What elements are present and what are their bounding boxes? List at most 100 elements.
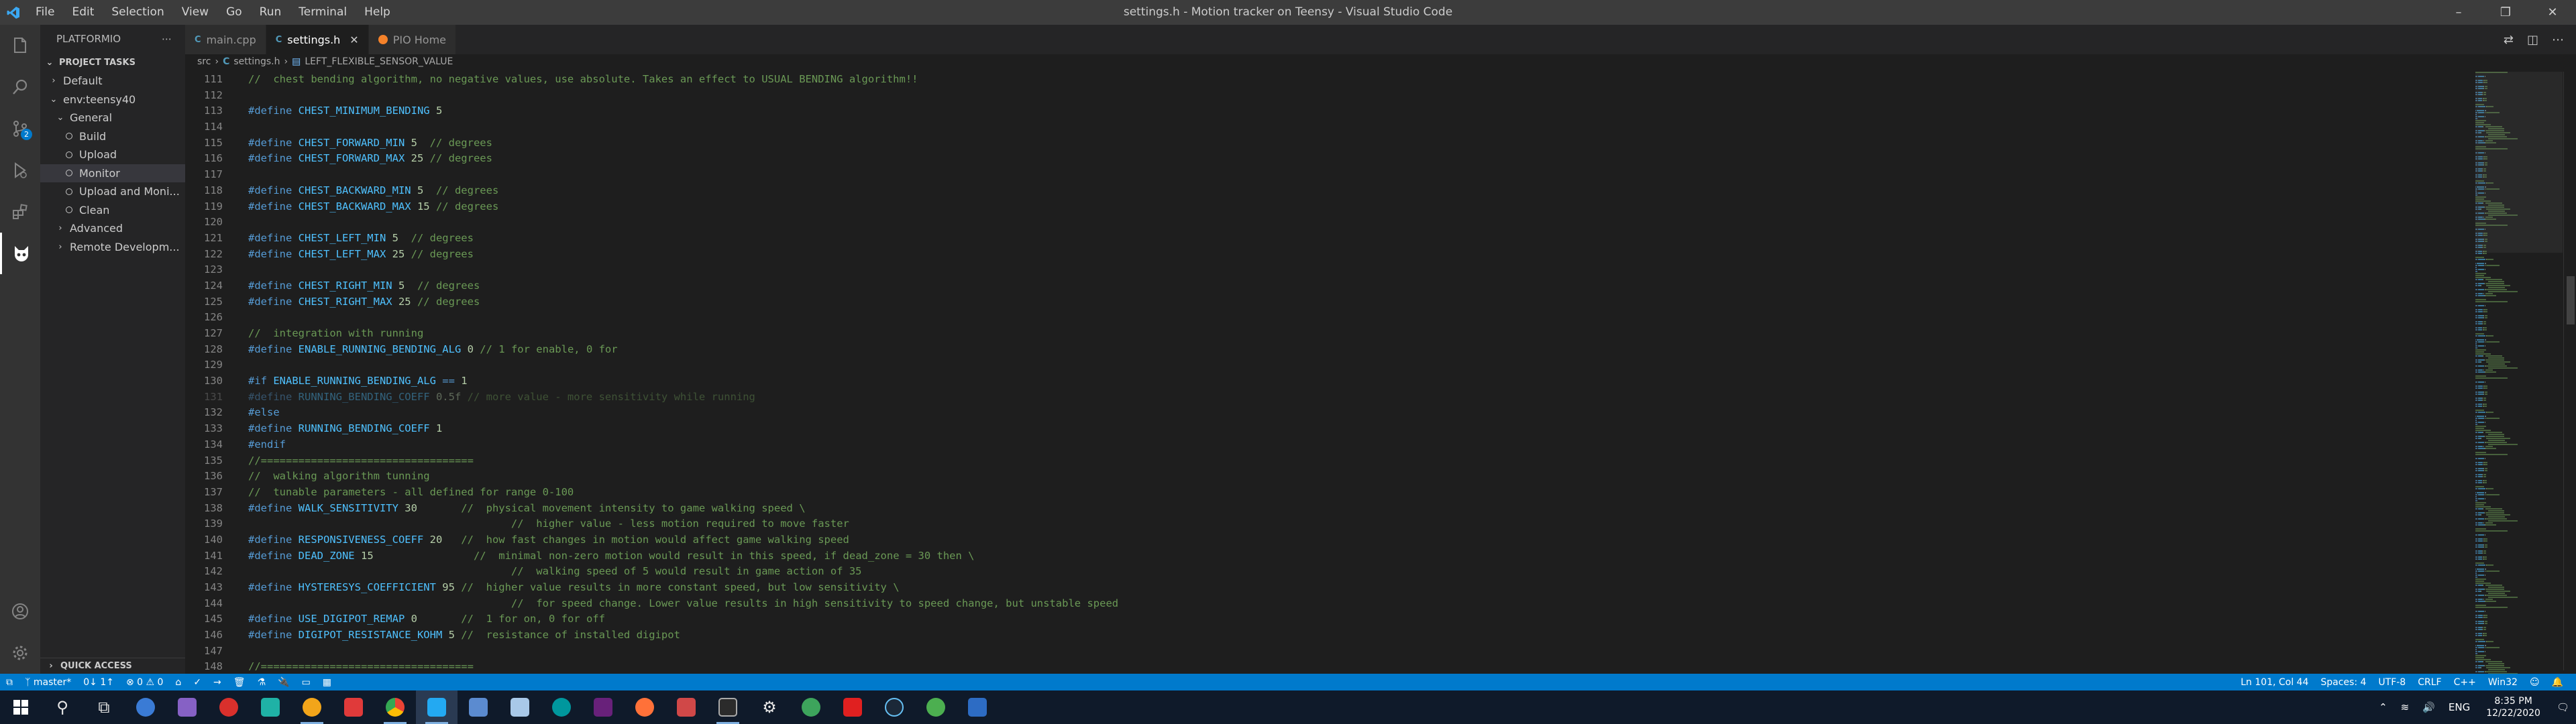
code-line[interactable]: 145 #define USE_DIGIPOT_REMAP 0 // 1 for … [185,611,2469,627]
branch-indicator[interactable]: ᛉ master* [25,677,71,688]
pio-test-icon[interactable]: ⚗ [258,677,266,688]
steam-icon[interactable] [873,690,915,724]
code-line[interactable]: 121 #define CHEST_LEFT_MIN 5 // degrees [185,231,2469,247]
code-line[interactable]: 123 [185,262,2469,278]
settings-gear-icon[interactable]: ⚙ [749,690,790,724]
tree-item-clean[interactable]: Clean [40,201,185,220]
spreadsheet-app-icon[interactable] [250,690,291,724]
code-editor[interactable]: 111 // chest bending algorithm, no negati… [185,72,2469,670]
input-language[interactable]: ENG [2449,701,2470,713]
vertical-scrollbar[interactable] [2563,72,2576,670]
vscode-taskbar-icon[interactable] [416,690,458,724]
wifi-icon[interactable]: ≋ [2401,701,2410,713]
code-line[interactable]: 142 // walking speed of 5 would result i… [185,564,2469,580]
code-line[interactable]: 133 #define RUNNING_BENDING_COEFF 1 [185,421,2469,437]
code-line[interactable]: 141 #define DEAD_ZONE 15 // minimal non-z… [185,548,2469,564]
pio-build-icon[interactable]: ✓ [193,677,201,688]
scrollbar-thumb[interactable] [2567,276,2575,324]
search-icon[interactable] [0,66,40,108]
pio-terminal-icon[interactable]: ▭ [302,677,311,688]
breadcrumb-symbol[interactable]: LEFT_FLEXIBLE_SENSOR_VALUE [305,56,453,67]
problems-indicator[interactable]: ⊗ 0 ⚠ 0 [126,677,163,688]
project-tasks-section[interactable]: ⌄ PROJECT TASKS [40,53,185,72]
language-mode[interactable]: C++ [2454,677,2476,688]
green-app-icon[interactable] [790,690,832,724]
arduino-icon[interactable] [541,690,582,724]
menu-item-help[interactable]: Help [356,0,399,25]
settings-gear-icon[interactable] [0,632,40,674]
chevron-up-icon[interactable]: ⌃ [2379,701,2387,713]
minimap-viewport-slider[interactable] [2475,72,2563,253]
pio-env-icon[interactable]: ▦ [323,677,331,688]
menu-item-terminal[interactable]: Terminal [290,0,356,25]
tree-item-build[interactable]: Build [40,127,185,146]
close-icon[interactable]: ✕ [2529,0,2576,25]
feedback-icon[interactable]: ☺ [2530,677,2540,688]
menu-item-selection[interactable]: Selection [103,0,172,25]
tree-item-remote-developm[interactable]: › Remote Developm... [40,238,185,257]
database-app-icon[interactable] [499,690,541,724]
menu-item-run[interactable]: Run [251,0,290,25]
close-tab-icon[interactable]: ✕ [350,34,358,46]
code-line[interactable]: 146 #define DIGIPOT_RESISTANCE_KOHM 5 // … [185,627,2469,644]
code-line[interactable]: 115 #define CHEST_FORWARD_MIN 5 // degree… [185,135,2469,152]
notification-center-icon[interactable]: 🗨 [2557,701,2569,713]
code-line[interactable]: 126 [185,310,2469,326]
account-icon[interactable] [0,591,40,632]
remote-icon[interactable]: ⧉ [6,677,13,688]
globe-app-icon[interactable] [915,690,957,724]
more-actions-icon[interactable]: ⋯ [162,33,172,45]
platform[interactable]: Win32 [2488,677,2518,688]
pio-clean-icon[interactable]: 🗑 [233,677,246,688]
tree-item-monitor[interactable]: Monitor [40,164,185,182]
breadcrumb-folder[interactable]: src [197,56,211,67]
code-line[interactable]: 135 //================================== [185,453,2469,469]
menu-item-go[interactable]: Go [217,0,251,25]
tree-item-default[interactable]: › Default [40,72,185,90]
magnifier-app-icon[interactable] [125,690,166,724]
volume-icon[interactable]: 🔊 [2422,701,2435,713]
pio-upload-icon[interactable]: → [213,677,221,688]
notifications-icon[interactable]: 🔔 [2552,677,2563,688]
code-line[interactable]: 144 // for speed change. Lower value res… [185,596,2469,612]
code-line[interactable]: 143 #define HYSTERESYS_COEFFICIENT 95 // … [185,580,2469,596]
c-red-app-icon[interactable] [208,690,250,724]
quick-access-section[interactable]: › QUICK ACCESS [40,658,185,674]
compare-icon[interactable]: ⇄ [2504,33,2514,47]
sync-indicator[interactable]: 0↓ 1↑ [83,677,114,688]
windows-start-icon[interactable] [0,690,42,724]
tree-item-upload[interactable]: Upload [40,145,185,164]
breadcrumb-file[interactable]: settings.h [233,56,280,67]
clock[interactable]: 8:35 PM 12/22/2020 [2486,695,2540,719]
code-line[interactable]: 147 [185,644,2469,660]
code-line[interactable]: 137 // tunable parameters - all defined f… [185,485,2469,501]
split-editor-icon[interactable]: ◫ [2527,33,2538,47]
network-app-icon[interactable] [957,690,998,724]
tools-app-icon[interactable] [458,690,499,724]
code-line[interactable]: 131 #define RUNNING_BENDING_COEFF 0.5f //… [185,389,2469,406]
visual-studio-purple-icon[interactable] [582,690,624,724]
run-debug-icon[interactable] [0,149,40,191]
red-app-icon[interactable] [832,690,873,724]
firefox-icon[interactable] [624,690,665,724]
tab-main-cpp[interactable]: Cmain.cpp [185,25,266,54]
app-icon[interactable] [665,690,707,724]
platformio-icon[interactable] [0,233,40,274]
code-line[interactable]: 122 #define CHEST_LEFT_MAX 25 // degrees [185,247,2469,263]
indentation[interactable]: Spaces: 4 [2320,677,2366,688]
pio-serial-monitor-icon[interactable]: 🔌 [278,677,289,688]
code-line[interactable]: 127 // integration with running [185,326,2469,342]
pio-home-icon[interactable]: ⌂ [175,677,181,688]
cursor-position[interactable]: Ln 101, Col 44 [2241,677,2308,688]
tree-item-env-teensy40[interactable]: ⌄ env:teensy40 [40,90,185,109]
code-line[interactable]: 117 [185,167,2469,183]
terminal-app-icon[interactable] [707,690,749,724]
code-line[interactable]: 118 #define CHEST_BACKWARD_MIN 5 // degre… [185,183,2469,199]
code-line[interactable]: 124 #define CHEST_RIGHT_MIN 5 // degrees [185,278,2469,294]
encoding[interactable]: UTF-8 [2378,677,2406,688]
tree-item-advanced[interactable]: › Advanced [40,219,185,238]
code-line[interactable]: 136 // walking algorithm tunning [185,469,2469,485]
maximize-icon[interactable]: ❐ [2482,0,2529,25]
code-line[interactable]: 140 #define RESPONSIVENESS_COEFF 20 // ho… [185,532,2469,548]
tab-settings-h[interactable]: Csettings.h ✕ [266,25,369,54]
